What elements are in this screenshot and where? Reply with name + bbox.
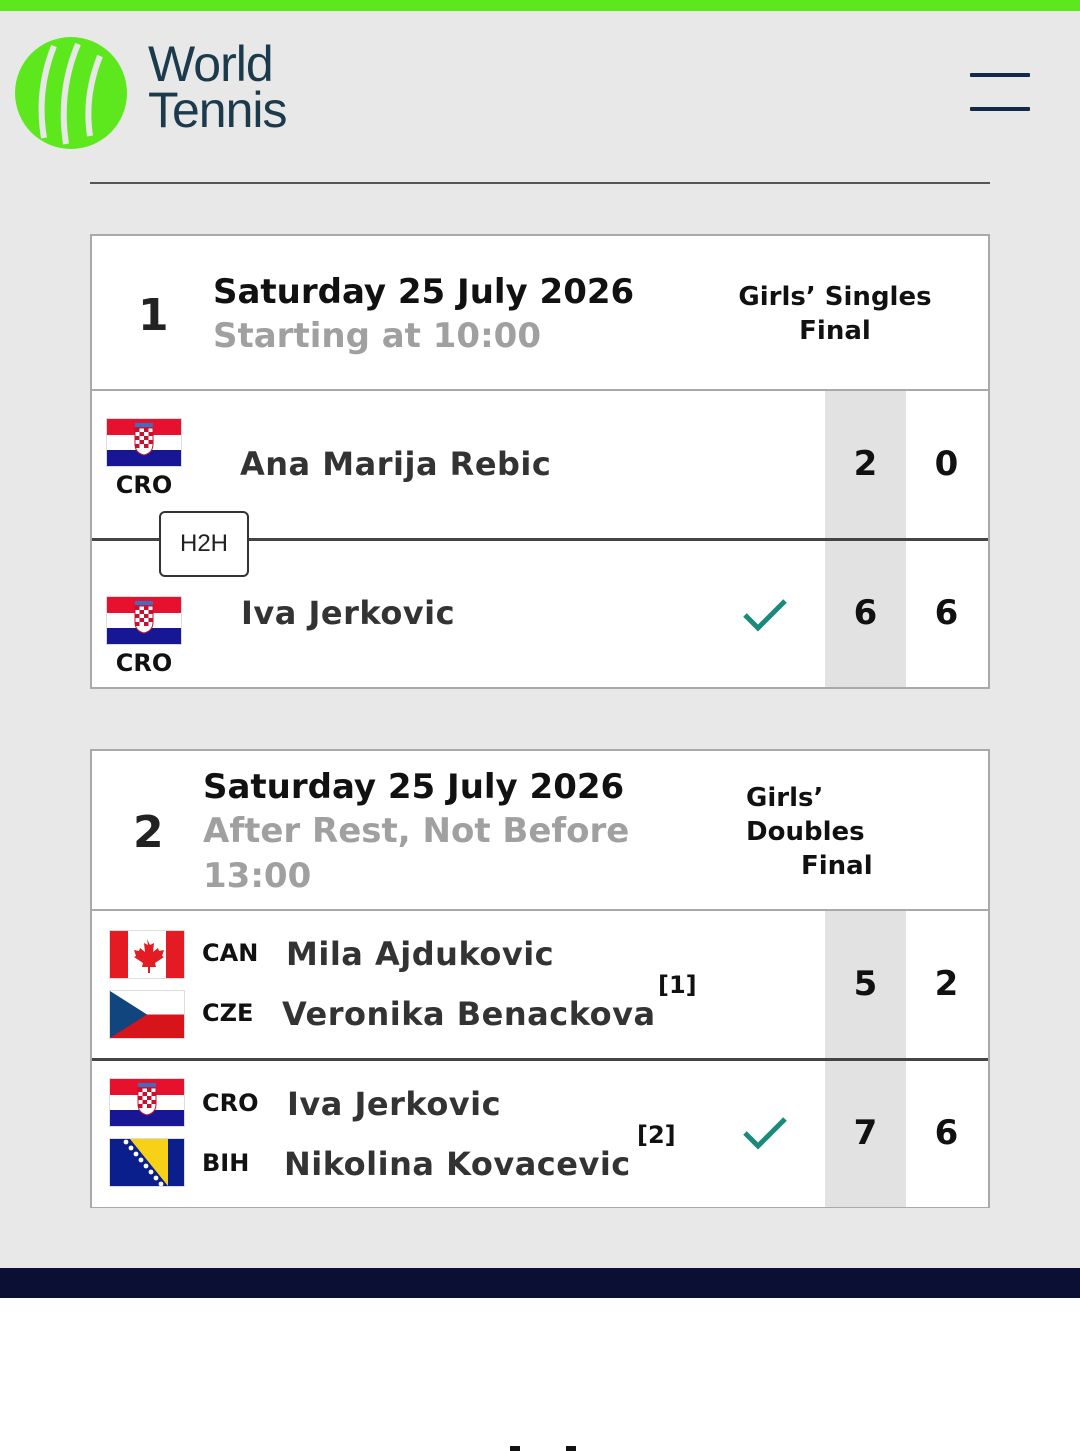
match-header: 2 Saturday 25 July 2026 After Rest, Not … (92, 751, 988, 911)
brand-line-1: World (148, 36, 274, 92)
country-code: CRO (202, 1089, 259, 1117)
country-code: CAN (202, 939, 259, 967)
site-header: World Tennis (0, 11, 1080, 183)
match-order-number: 1 (138, 290, 169, 341)
bosnia-flag-icon (110, 1139, 184, 1186)
header-divider (90, 182, 990, 184)
country-code: CRO (115, 649, 173, 677)
croatia-flag-icon (107, 419, 181, 466)
country-code: CZE (202, 999, 254, 1027)
canada-flag-icon (110, 931, 184, 978)
set-1-score: 5 (853, 964, 878, 1004)
winner-check-icon (743, 1117, 787, 1150)
set-1-score: 6 (853, 593, 878, 633)
czech-flag-icon (110, 991, 184, 1038)
player-name[interactable]: Ana Marija Rebic (240, 445, 551, 483)
country-code: BIH (202, 1149, 250, 1177)
match-start-time: After Rest, Not Before 13:00 (203, 809, 629, 899)
start-time-line-1: After Rest, Not Before (203, 811, 630, 851)
start-time-line-2: 13:00 (203, 856, 312, 896)
hamburger-menu-icon[interactable] (968, 73, 1032, 113)
player-name[interactable]: Iva Jerkovic (241, 594, 455, 632)
event-name-line-2: Doubles (746, 817, 865, 847)
player-name[interactable]: Mila Ajdukovic (286, 935, 554, 973)
event-name-line-2: Final (799, 316, 871, 346)
footer-bar (0, 1268, 1080, 1298)
set-2-score: 0 (934, 444, 959, 484)
croatia-flag-icon (110, 1079, 184, 1126)
set-2-score: 2 (934, 964, 959, 1004)
match-start-time: Starting at 10:00 (213, 316, 541, 356)
brand-wordmark[interactable]: World Tennis (148, 36, 288, 138)
event-name: Girls’ Doubles Final (746, 781, 906, 883)
set-1-score: 2 (853, 444, 878, 484)
match-card-2: 2 Saturday 25 July 2026 After Rest, Not … (90, 749, 990, 1208)
set-2-score: 6 (934, 593, 959, 633)
match-header: 1 Saturday 25 July 2026 Starting at 10:0… (92, 236, 988, 391)
team-row-2[interactable]: 7 6 CRO Iva Jerkovic BIH Nikolina Kovace… (92, 1058, 988, 1207)
country-code: CRO (115, 471, 173, 499)
top-accent-bar (0, 0, 1080, 11)
set-2-score: 6 (934, 1113, 959, 1153)
cut-off-footer-text (510, 1440, 580, 1451)
match-card-1: 1 Saturday 25 July 2026 Starting at 10:0… (90, 234, 990, 689)
footer-area (0, 1298, 1080, 1451)
winner-check-icon (743, 599, 787, 632)
croatia-flag-icon (107, 597, 181, 644)
match-order-number: 2 (133, 807, 164, 858)
team-row-1[interactable]: 5 2 CAN Mila Ajdukovic CZE Veronika Bena… (92, 911, 988, 1058)
player-name[interactable]: Veronika Benackova (282, 995, 656, 1033)
world-tennis-logo-icon[interactable] (14, 36, 128, 150)
h2h-button[interactable]: H2H (159, 511, 249, 577)
brand-line-2: Tennis (148, 82, 288, 138)
event-name: Girls’ Singles Final (712, 280, 958, 348)
team-seed: [1] (658, 971, 697, 999)
set-1-score: 7 (853, 1113, 878, 1153)
event-name-line-1: Girls’ (746, 783, 824, 813)
match-date: Saturday 25 July 2026 (203, 767, 625, 807)
event-name-line-3: Final (801, 851, 873, 881)
player-name[interactable]: Iva Jerkovic (287, 1085, 501, 1123)
match-date: Saturday 25 July 2026 (213, 272, 635, 312)
player-name[interactable]: Nikolina Kovacevic (284, 1145, 631, 1183)
team-seed: [2] (637, 1121, 676, 1149)
event-name-line-1: Girls’ Singles (738, 282, 932, 312)
